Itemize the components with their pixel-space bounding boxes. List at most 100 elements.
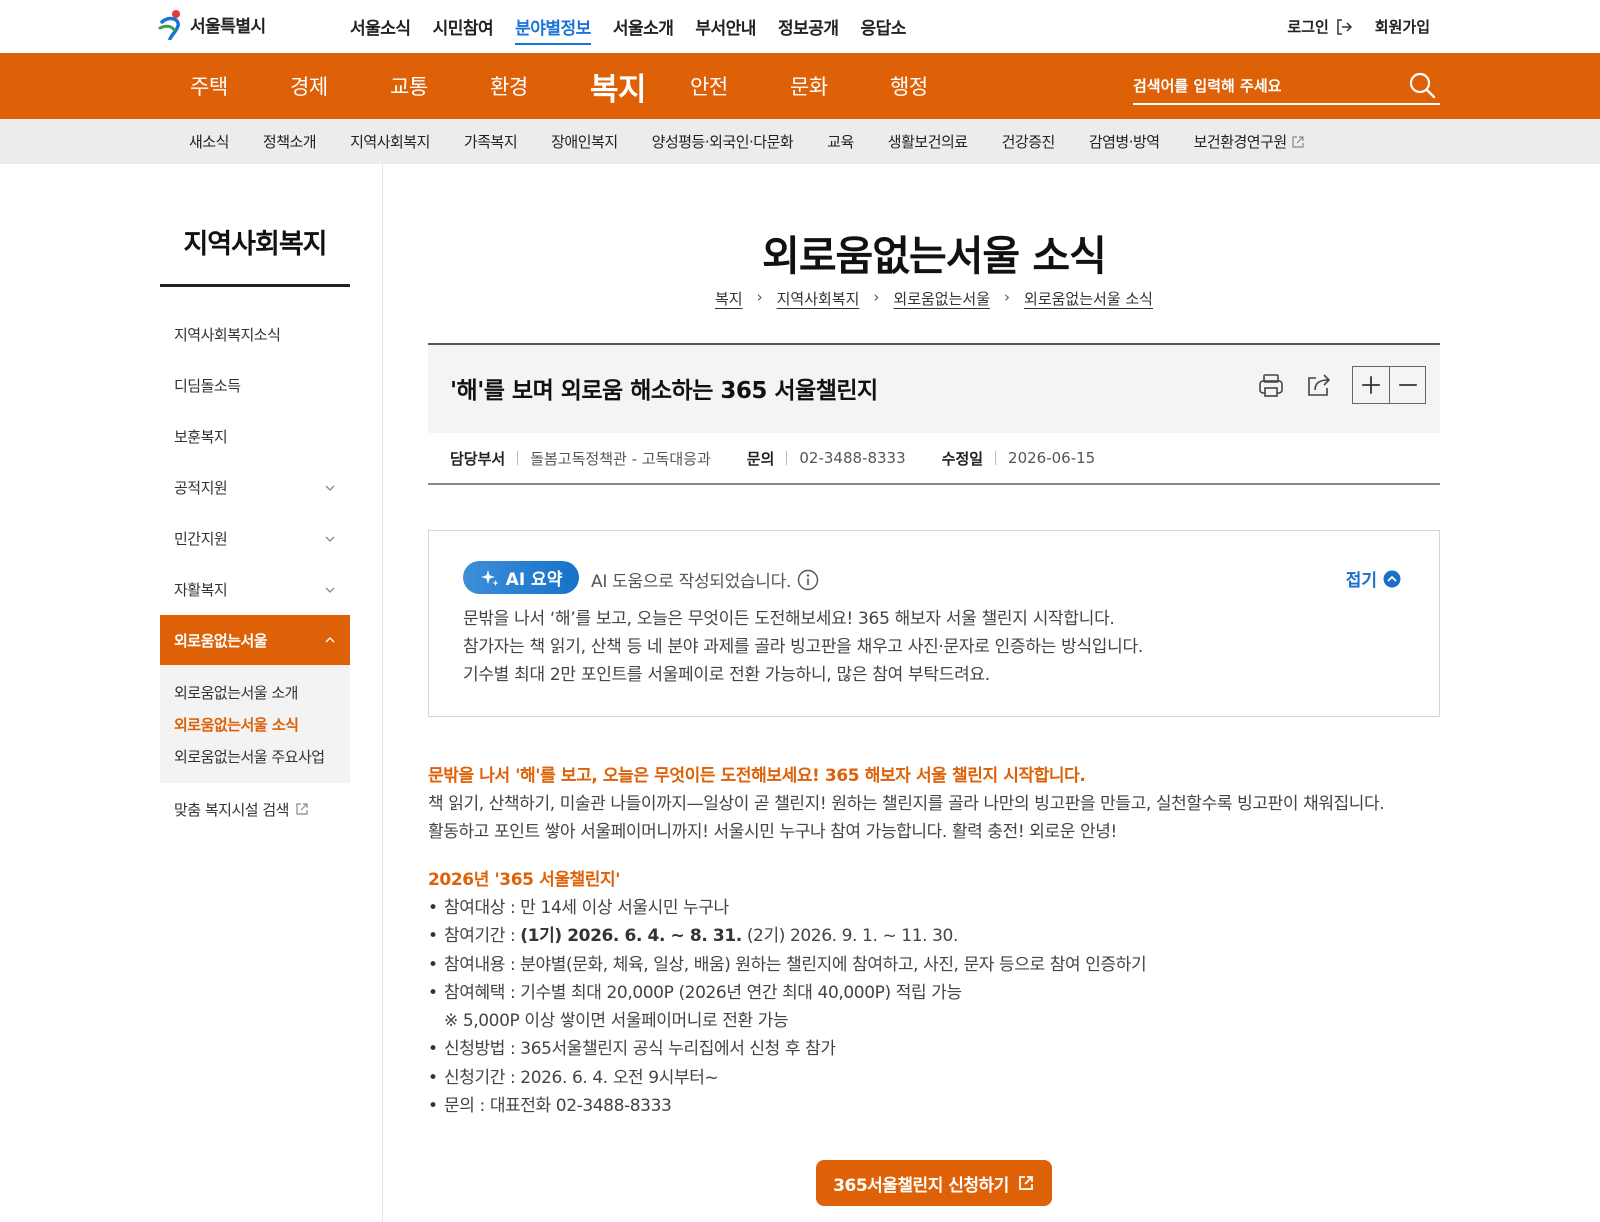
breadcrumb-community-welfare[interactable]: 지역사회복지	[777, 288, 860, 309]
zoom-in-button[interactable]	[1353, 367, 1389, 403]
gnb-item-field-info[interactable]: 분야별정보	[515, 14, 591, 45]
submenu-item-education[interactable]: 교육	[827, 131, 854, 152]
lnb-item-public-support[interactable]: 공적지원	[160, 462, 350, 513]
apply-challenge-label: 365서울챌린지 신청하기	[833, 1175, 1009, 1196]
meta-modified-value: 2026-06-15	[1008, 449, 1096, 467]
lnb-subitem-intro[interactable]: 외로움없는서울 소개	[174, 677, 336, 709]
meta-department: 담당부서 돌봄고독정책관 - 고독대응과	[450, 448, 711, 469]
share-icon[interactable]	[1304, 370, 1334, 400]
list-item: 참여대상 : 만 14세 이상 서울시민 누구나	[428, 894, 1440, 923]
lnb-item-label: 맞춤 복지시설 검색	[174, 800, 289, 819]
article-paragraph: 책 읽기, 산책하기, 미술관 나들이까지—일상이 곧 챌린지! 원하는 챌린지…	[428, 794, 1385, 814]
zoom-controls	[1352, 366, 1426, 404]
lnb-item-self-support[interactable]: 자활복지	[160, 564, 350, 615]
meta-contact-value: 02-3488-8333	[799, 449, 906, 467]
submenu-item-family-welfare[interactable]: 가족복지	[464, 131, 518, 152]
lnb-item-label: 공적지원	[174, 479, 228, 497]
submenu-item-infectious-disease[interactable]: 감염병·방역	[1089, 131, 1160, 152]
gnb-item-eungdapso[interactable]: 응답소	[861, 14, 907, 45]
category-transport[interactable]: 교통	[390, 71, 490, 101]
ai-summary-badge: AI 요약	[463, 561, 579, 594]
ai-summary-box: AI 요약 AI 도움으로 작성되었습니다. 접기 문밖을 나서 ‘해’를 보고…	[428, 530, 1440, 717]
article-lead: 문밖을 나서 '해'를 보고, 오늘은 무엇이든 도전해보세요! 365 해보자…	[428, 766, 1086, 786]
category-housing[interactable]: 주택	[190, 71, 290, 101]
article-body: 문밖을 나서 '해'를 보고, 오늘은 무엇이든 도전해보세요! 365 해보자…	[428, 762, 1440, 1121]
ai-summary-fold-button[interactable]: 접기	[1346, 566, 1401, 591]
search-input[interactable]	[1133, 73, 1393, 99]
submenu-item-research-institute[interactable]: 보건환경연구원	[1194, 131, 1305, 152]
challenge-details-list: 참여대상 : 만 14세 이상 서울시민 누구나 참여기간 : (1기) 202…	[428, 894, 1440, 1121]
meta-department-value: 돌봄고독정책관 - 고독대응과	[530, 449, 711, 468]
article-meta: 담당부서 돌봄고독정책관 - 고독대응과 문의 02-3488-8333 수정일…	[428, 433, 1440, 485]
category-environment[interactable]: 환경	[490, 71, 590, 101]
search-icon[interactable]	[1408, 71, 1436, 99]
lnb-item-label: 민간지원	[174, 530, 228, 548]
seoul-logo[interactable]: 서울특별시	[158, 8, 266, 40]
lnb-item-didimdol[interactable]: 디딤돌소득	[160, 360, 350, 411]
category-nav: 주택 경제 교통 환경 복지 안전 문화 행정	[190, 53, 990, 119]
gnb-item-info-disclosure[interactable]: 정보공개	[778, 14, 839, 45]
sparkle-icon	[480, 569, 499, 586]
login-link[interactable]: 로그인	[1287, 16, 1352, 37]
lnb-title: 지역사회복지	[183, 229, 327, 260]
meta-department-label: 담당부서	[450, 449, 506, 468]
category-administration[interactable]: 행정	[890, 71, 990, 101]
lnb-subitem-news[interactable]: 외로움없는서울 소식	[174, 709, 336, 741]
gnb-item-seoul-intro[interactable]: 서울소개	[613, 14, 674, 45]
category-welfare[interactable]: 복지	[590, 64, 690, 109]
submenu-item-gender-equality[interactable]: 양성평등·외국인·다문화	[652, 131, 794, 152]
list-item: 참여내용 : 분야별(문화, 체육, 일상, 배움) 원하는 챌린지에 참여하고…	[428, 951, 1440, 980]
lnb-item-label: 외로움없는서울	[174, 631, 268, 650]
article-tools	[1256, 366, 1440, 404]
submenu-item-health-promotion[interactable]: 건강증진	[1002, 131, 1056, 152]
category-economy[interactable]: 경제	[290, 71, 390, 101]
external-link-icon	[1292, 135, 1304, 148]
apply-challenge-button[interactable]: 365서울챌린지 신청하기	[816, 1160, 1052, 1206]
list-item: 참여기간 : (1기) 2026. 6. 4. ~ 8. 31. (2기) 20…	[428, 922, 1440, 951]
zoom-out-button[interactable]	[1389, 367, 1425, 403]
lnb-item-loneliness-free-seoul[interactable]: 외로움없는서울	[160, 615, 350, 665]
lnb-item-label: 보훈복지	[174, 428, 228, 446]
breadcrumb-loneliness-free-seoul[interactable]: 외로움없는서울	[893, 288, 990, 309]
gnb-item-seoul-news[interactable]: 서울소식	[350, 14, 411, 45]
breadcrumb-welfare[interactable]: 복지	[715, 288, 743, 309]
breadcrumb-current[interactable]: 외로움없는서울 소식	[1024, 288, 1153, 309]
meta-modified-label: 수정일	[941, 449, 984, 468]
gnb-item-citizen[interactable]: 시민참여	[433, 14, 494, 45]
breadcrumb-separator-icon: ›	[873, 288, 880, 306]
info-icon[interactable]	[797, 569, 819, 591]
list-item-prefix: 참여기간 :	[444, 926, 521, 947]
util-menu: 로그인 회원가입	[1287, 16, 1430, 37]
submenu-item-health-medical[interactable]: 생활보건의료	[888, 131, 968, 152]
print-icon[interactable]	[1256, 370, 1286, 400]
signup-link[interactable]: 회원가입	[1375, 16, 1430, 37]
submenu-item-disability-welfare[interactable]: 장애인복지	[551, 131, 618, 152]
lnb-item-community-news[interactable]: 지역사회복지소식	[160, 309, 350, 360]
ai-summary-text: 문밖을 나서 ‘해’를 보고, 오늘은 무엇이든 도전해보세요! 365 해보자…	[463, 605, 1143, 689]
ai-summary-badge-label: AI 요약	[505, 570, 563, 590]
ai-summary-line: 문밖을 나서 ‘해’를 보고, 오늘은 무엇이든 도전해보세요! 365 해보자…	[463, 609, 1115, 629]
list-item: 신청방법 : 365서울챌린지 공식 누리집에서 신청 후 참가	[428, 1035, 1440, 1064]
lnb-item-private-support[interactable]: 민간지원	[160, 513, 350, 564]
submenu-item-news[interactable]: 새소식	[189, 131, 229, 152]
left-nav: 지역사회복지소식 디딤돌소득 보훈복지 공적지원 민간지원 자활복지 외로움없는…	[160, 309, 350, 835]
list-item-note: ※ 5,000P 이상 쌓이면 서울페이머니로 전환 가능	[444, 1011, 789, 1032]
login-label: 로그인	[1287, 18, 1329, 36]
gnb-item-departments[interactable]: 부서안내	[695, 14, 756, 45]
submenu-item-community-welfare[interactable]: 지역사회복지	[350, 131, 430, 152]
page-title: 외로움없는서울 소식	[762, 232, 1107, 280]
logo-text: 서울특별시	[190, 16, 266, 37]
category-culture[interactable]: 문화	[790, 71, 890, 101]
lnb-item-welfare-facility-search[interactable]: 맞춤 복지시설 검색	[160, 783, 350, 835]
lnb-subitem-main-projects[interactable]: 외로움없는서울 주요사업	[174, 741, 336, 773]
lnb-submenu: 외로움없는서울 소개 외로움없는서울 소식 외로움없는서울 주요사업	[160, 665, 350, 783]
meta-modified: 수정일 2026-06-15	[942, 448, 1096, 469]
minus-icon	[1398, 384, 1417, 386]
ai-summary-note-text: AI 도움으로 작성되었습니다.	[591, 572, 792, 592]
breadcrumb-separator-icon: ›	[1004, 288, 1011, 306]
global-nav: 서울소식 시민참여 분야별정보 서울소개 부서안내 정보공개 응답소	[350, 14, 906, 45]
submenu-item-policy[interactable]: 정책소개	[263, 131, 317, 152]
plus-icon	[1362, 376, 1380, 394]
lnb-item-veterans[interactable]: 보훈복지	[160, 411, 350, 462]
category-safety[interactable]: 안전	[690, 71, 790, 101]
